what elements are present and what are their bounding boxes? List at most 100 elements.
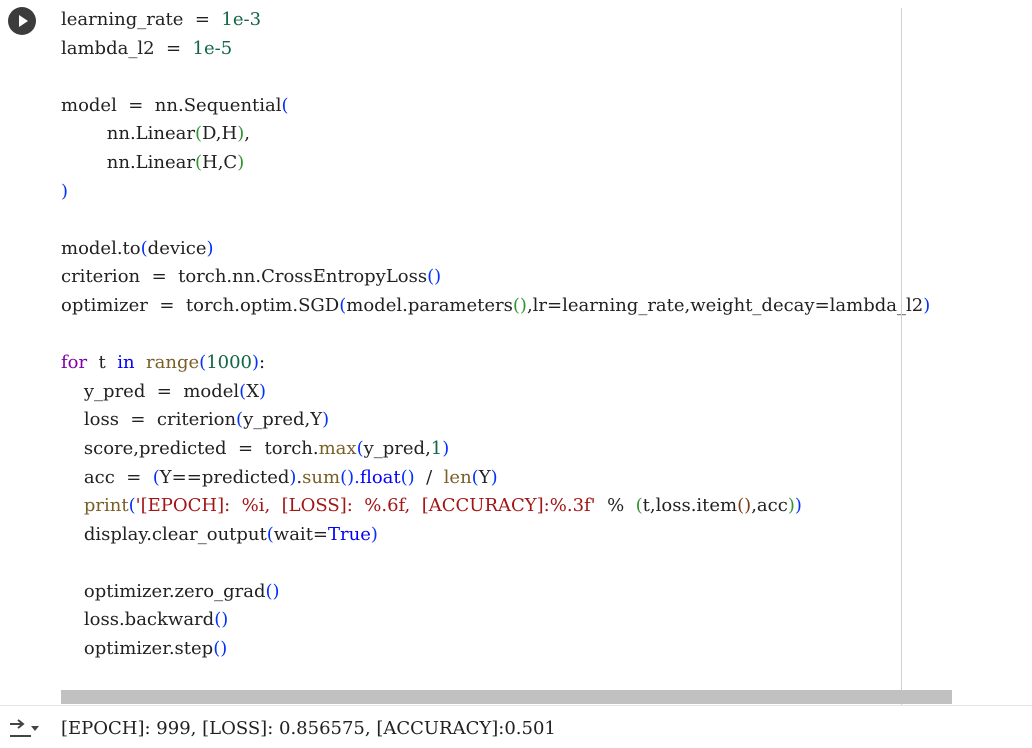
code-token: D,H — [202, 123, 238, 145]
code-token: print — [83, 495, 129, 517]
code-line[interactable]: nn.Linear(H,C) — [61, 149, 930, 178]
code-token: in — [117, 352, 135, 374]
code-token: ,acc — [751, 495, 788, 517]
code-token: ( — [266, 523, 274, 545]
code-line[interactable]: learning_rate = 1e-3 — [61, 6, 930, 35]
code-token: ,lr=learning_rate,weight_decay=lambda_l2 — [526, 294, 924, 316]
code-token: : — [259, 352, 266, 374]
code-token: y_pred, — [363, 437, 431, 459]
code-line[interactable]: score,predicted = torch.max(y_pred,1) — [61, 435, 930, 464]
code-line[interactable]: model = nn.Sequential( — [61, 92, 930, 121]
code-token: range — [146, 352, 200, 374]
code-token: ( — [356, 437, 364, 459]
code-line[interactable]: optimizer.step() — [61, 635, 930, 664]
code-token: max — [318, 437, 357, 459]
code-token: ) — [794, 495, 802, 517]
code-line[interactable]: display.clear_output(wait=True) — [61, 521, 930, 550]
code-token: X — [246, 380, 260, 402]
code-token: '[EPOCH]: %i, [LOSS]: %.6f, [ACCURACY]:%… — [135, 495, 596, 517]
code-token: model.to — [61, 237, 141, 259]
code-token: 1 — [430, 437, 443, 459]
code-token: nn.Linear — [61, 151, 195, 173]
code-token: ( — [471, 466, 479, 488]
code-line[interactable] — [61, 63, 930, 92]
code-token: t,loss.item — [642, 495, 738, 517]
code-token: () — [340, 466, 355, 488]
code-token: display.clear_output — [61, 523, 267, 545]
code-line[interactable] — [61, 206, 930, 235]
code-token: ) — [237, 151, 245, 173]
code-editor[interactable]: learning_rate = 1e-3 lambda_l2 = 1e-5 mod… — [61, 6, 930, 664]
code-token: sum — [302, 466, 341, 488]
code-token: ) — [206, 237, 214, 259]
code-line[interactable]: criterion = torch.nn.CrossEntropyLoss() — [61, 263, 930, 292]
code-token: criterion = torch.nn.CrossEntropyLoss — [61, 266, 428, 288]
code-token: ( — [128, 495, 136, 517]
code-token: nn.Linear — [61, 123, 195, 145]
code-line[interactable]: for t in range(1000): — [61, 349, 930, 378]
code-token: () — [427, 266, 442, 288]
code-line[interactable]: model.to(device) — [61, 235, 930, 264]
code-token: Y — [478, 466, 491, 488]
code-token: t — [87, 352, 118, 374]
output-text: [EPOCH]: 999, [LOSS]: 0.856575, [ACCURAC… — [61, 718, 556, 739]
code-token: ( — [152, 466, 160, 488]
code-token: 1e-3 — [221, 9, 262, 30]
code-token: 1000 — [206, 352, 252, 374]
code-token: Y==predicted — [159, 466, 290, 488]
code-token: wait= — [273, 523, 329, 545]
code-token: ) — [923, 294, 931, 316]
code-token: model = nn.Sequential — [61, 94, 282, 116]
code-cell[interactable]: learning_rate = 1e-3 lambda_l2 = 1e-5 mod… — [0, 0, 1032, 705]
code-line[interactable]: nn.Linear(D,H), — [61, 120, 930, 149]
output-toggle-button[interactable] — [7, 716, 41, 742]
code-token: ) — [259, 380, 267, 402]
code-token: ( — [140, 237, 148, 259]
code-line[interactable]: y_pred = model(X) — [61, 378, 930, 407]
code-token: H,C — [202, 151, 238, 173]
code-token: ) — [61, 180, 69, 202]
output-toggle-icon — [10, 719, 39, 737]
code-token: ( — [281, 94, 289, 116]
line-length-ruler — [901, 8, 902, 705]
code-token: lambda_l2 = — [61, 37, 193, 59]
code-token: loss.backward — [61, 609, 215, 631]
code-token: % — [595, 495, 636, 517]
code-line[interactable]: loss.backward() — [61, 606, 930, 635]
code-token: for — [61, 352, 88, 374]
code-token: optimizer.step — [61, 638, 214, 660]
code-token: loss = criterion — [61, 409, 237, 431]
code-line[interactable]: optimizer = torch.optim.SGD(model.parame… — [61, 292, 930, 321]
code-token: y_pred,Y — [243, 409, 323, 431]
code-token: () — [737, 495, 752, 517]
code-line[interactable]: loss = criterion(y_pred,Y) — [61, 406, 930, 435]
code-token: ) — [252, 352, 260, 374]
code-token: () — [265, 580, 280, 602]
code-line[interactable]: optimizer.zero_grad() — [61, 578, 930, 607]
code-token: acc = — [61, 466, 153, 488]
play-icon — [19, 15, 28, 27]
code-token: score,predicted = torch. — [61, 437, 319, 459]
code-token: learning_rate = — [61, 9, 222, 30]
code-token: ( — [194, 123, 203, 145]
code-line[interactable]: print('[EPOCH]: %i, [LOSS]: %.6f, [ACCUR… — [61, 492, 930, 521]
code-token: 1e-5 — [192, 37, 233, 59]
code-token: True — [328, 523, 371, 545]
code-line[interactable] — [61, 321, 930, 350]
code-token: / — [414, 466, 444, 488]
code-token: ) — [490, 466, 498, 488]
code-line[interactable]: lambda_l2 = 1e-5 — [61, 35, 930, 64]
code-line[interactable]: ) — [61, 178, 930, 207]
code-token: ( — [635, 495, 643, 517]
code-token: model.parameters — [346, 294, 513, 316]
code-line[interactable]: acc = (Y==predicted).sum().float() / len… — [61, 464, 930, 493]
code-token: len — [443, 466, 472, 488]
code-token: device — [147, 237, 207, 259]
code-token: float — [359, 466, 401, 488]
horizontal-scrollbar[interactable] — [61, 690, 952, 704]
code-line[interactable] — [61, 549, 930, 578]
code-token: ) — [442, 437, 450, 459]
run-cell-button[interactable] — [8, 7, 36, 35]
